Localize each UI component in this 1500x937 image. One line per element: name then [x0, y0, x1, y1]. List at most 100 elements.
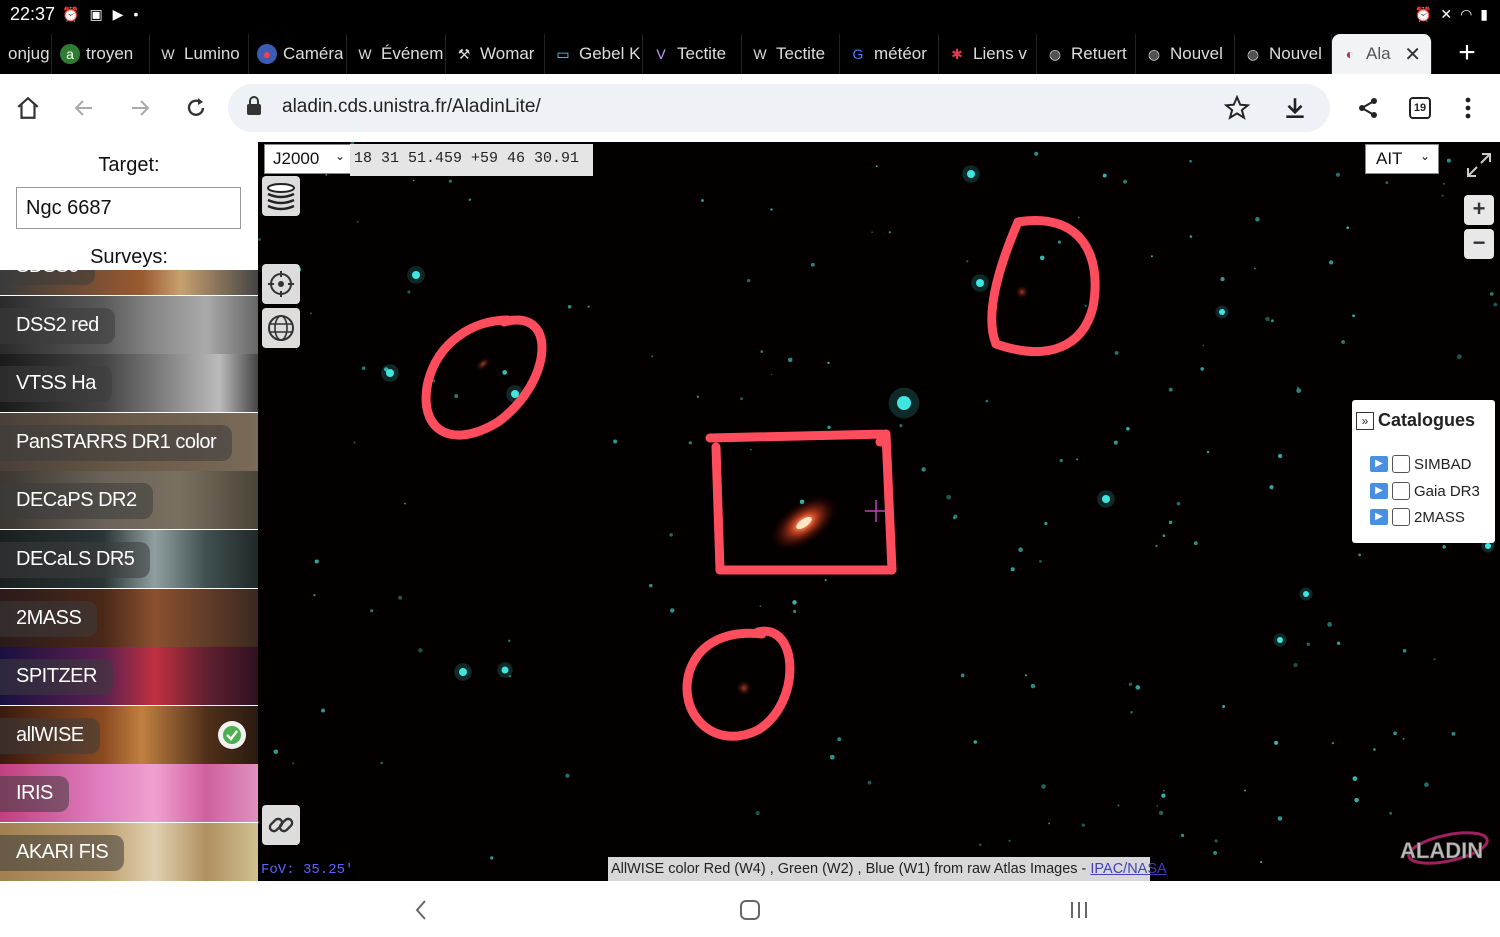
tab-switcher-button[interactable]: 19	[1402, 90, 1438, 126]
target-icon[interactable]	[262, 264, 300, 304]
tab[interactable]: ◍ Nouvel	[1235, 34, 1332, 74]
star	[953, 514, 958, 519]
survey-item[interactable]: SPITZER	[0, 647, 258, 706]
survey-item[interactable]: VTSS Ha	[0, 354, 258, 413]
survey-item[interactable]: 2MASS	[0, 588, 258, 647]
catalogue-row[interactable]: ▶ Gaia DR3	[1370, 479, 1480, 503]
star	[587, 305, 590, 308]
projection-select[interactable]: AIT ⌄	[1365, 144, 1439, 174]
tab[interactable]: ▭ Gebel K	[545, 34, 643, 74]
tab[interactable]: a troyen	[52, 34, 150, 74]
zoom-in-button[interactable]: +	[1464, 195, 1494, 225]
star	[897, 396, 911, 410]
zoom-out-button[interactable]: −	[1464, 229, 1494, 259]
coordinates-readout: 18 31 51.459 +59 46 30.91	[350, 144, 593, 176]
tab[interactable]: ◍ Retuert	[1037, 34, 1136, 74]
star	[824, 579, 827, 582]
attribution-link[interactable]: IPAC/NASA	[1090, 861, 1166, 877]
star	[827, 361, 830, 365]
catalogue-checkbox[interactable]	[1392, 482, 1410, 500]
star	[273, 749, 279, 754]
download-icon[interactable]	[1282, 95, 1308, 126]
fullscreen-icon[interactable]	[1464, 150, 1494, 180]
address-bar[interactable]: aladin.cds.unistra.fr/AladinLite/	[228, 84, 1330, 132]
faint-galaxy	[475, 357, 491, 371]
star	[976, 279, 984, 287]
tab[interactable]: ⚒ Womar	[446, 34, 545, 74]
youtube-icon: ▶	[112, 6, 124, 22]
sky-view[interactable]: J2000 ⌄ 18 31 51.459 +59 46 30.91 AIT ⌄ …	[258, 142, 1500, 881]
layers-icon[interactable]	[262, 176, 300, 216]
star	[759, 605, 762, 608]
star	[985, 399, 989, 403]
nav-recents-icon[interactable]	[1064, 895, 1094, 925]
tab[interactable]: W Événem	[347, 34, 446, 74]
star	[1034, 151, 1039, 156]
link-icon[interactable]	[262, 805, 300, 845]
frame-select[interactable]: J2000 ⌄	[264, 144, 352, 174]
fov-readout: FoV: 35.25'	[258, 860, 356, 881]
star	[325, 173, 328, 176]
star	[1277, 637, 1283, 643]
star	[1446, 158, 1451, 163]
survey-item[interactable]: AKARI FIS	[0, 823, 258, 881]
star	[770, 208, 773, 211]
survey-label: PanSTARRS DR1 color	[0, 424, 233, 461]
star	[258, 821, 260, 824]
tab[interactable]: onjug	[0, 34, 52, 74]
survey-item[interactable]: DECaPS DR2	[0, 471, 258, 530]
target-input[interactable]	[16, 187, 241, 229]
survey-item[interactable]: IRIS	[0, 764, 258, 823]
catalogue-checkbox[interactable]	[1392, 508, 1410, 526]
star	[1102, 173, 1107, 178]
expand-icon[interactable]: »	[1356, 412, 1374, 430]
star	[1206, 450, 1210, 454]
tab[interactable]: Gmétéor	[840, 34, 939, 74]
play-icon[interactable]: ▶	[1370, 483, 1388, 499]
star	[696, 395, 700, 398]
play-icon[interactable]: ▶	[1370, 509, 1388, 525]
sky-canvas[interactable]	[258, 142, 1500, 881]
back-icon[interactable]	[66, 90, 102, 126]
survey-item[interactable]: SDSS9	[0, 270, 258, 295]
star	[1180, 833, 1185, 838]
tab[interactable]: ✱ Liens v	[939, 34, 1037, 74]
tab[interactable]: V Tectite	[643, 34, 742, 74]
star	[1260, 861, 1263, 864]
survey-item[interactable]: PanSTARRS DR1 color	[0, 412, 258, 471]
crosshair-icon	[865, 500, 887, 522]
star	[746, 278, 751, 283]
nav-home-icon[interactable]	[735, 895, 765, 925]
home-icon[interactable]	[10, 90, 46, 126]
catalogue-row[interactable]: ▶ SIMBAD	[1370, 452, 1472, 476]
tab[interactable]: W Tectite	[742, 34, 840, 74]
new-tab-button[interactable]: +	[1434, 34, 1500, 74]
status-time: 22:37	[10, 4, 56, 24]
star-icon[interactable]	[1223, 94, 1251, 126]
star	[448, 179, 452, 183]
catalogue-row[interactable]: ▶ 2MASS	[1370, 505, 1465, 529]
menu-icon[interactable]	[1450, 90, 1486, 126]
star	[1126, 427, 1130, 431]
reload-icon[interactable]	[178, 90, 214, 126]
survey-item[interactable]: DSS2 red	[0, 295, 258, 354]
catalogue-checkbox[interactable]	[1392, 455, 1410, 473]
tab[interactable]: ◐ Ala ✕	[1332, 34, 1432, 74]
survey-item[interactable]: allWISE	[0, 705, 258, 764]
system-nav-bar	[0, 881, 1500, 937]
tab[interactable]: ◍ Nouvel	[1136, 34, 1235, 74]
star	[1306, 642, 1311, 647]
globe-icon[interactable]	[262, 308, 300, 348]
star	[1254, 267, 1256, 270]
nav-back-icon[interactable]	[406, 895, 436, 925]
forward-icon[interactable]	[122, 90, 158, 126]
survey-item[interactable]: DECaLS DR5	[0, 530, 258, 588]
surveys-label: Surveys:	[90, 246, 168, 268]
close-tab-icon[interactable]: ✕	[1404, 42, 1421, 67]
tab[interactable]: W Lumino	[150, 34, 249, 74]
share-icon[interactable]	[1350, 90, 1386, 126]
favicon-icon: ◐	[1345, 46, 1355, 62]
play-icon[interactable]: ▶	[1370, 456, 1388, 472]
tab[interactable]: ● Caméra	[249, 34, 347, 74]
survey-label: VTSS Ha	[0, 366, 112, 403]
